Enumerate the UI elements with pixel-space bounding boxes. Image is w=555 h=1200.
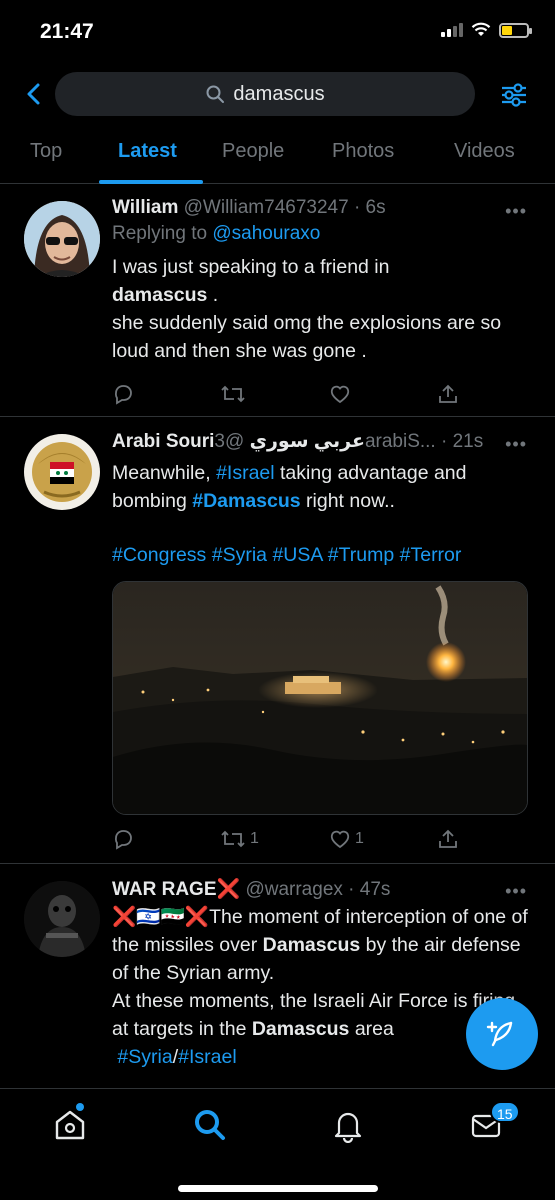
avatar[interactable]: [24, 201, 100, 277]
retweet-button[interactable]: 1: [220, 828, 259, 850]
author-name-emoji: ❌: [216, 879, 241, 900]
author-name[interactable]: WAR RAGE: [112, 879, 217, 900]
search-tabs: Top Latest People Photos Videos: [0, 130, 555, 184]
home-indicator: [178, 1185, 378, 1192]
home-icon[interactable]: [52, 1107, 88, 1143]
hashtag-link[interactable]: #Terror: [400, 544, 462, 566]
like-count: 1: [355, 830, 364, 847]
search-term-highlight: damascus: [112, 284, 208, 306]
search-term-highlight: Damascus: [251, 1018, 350, 1040]
tweet-text-part: area: [349, 1018, 394, 1040]
tweet-time: · 21s: [441, 431, 484, 452]
tweet[interactable]: William @William74673247 · 6s Replying t…: [0, 185, 555, 417]
tweet-text: Meanwhile, #Israel taking advantage and …: [112, 459, 531, 515]
search-icon[interactable]: [192, 1107, 228, 1143]
status-icons: [441, 22, 532, 38]
hashtag-link[interactable]: #Trump: [328, 544, 394, 566]
replying-to: Replying to @sahouraxo: [112, 223, 531, 245]
tweet-media-image[interactable]: [112, 581, 528, 815]
more-options-icon[interactable]: •••: [505, 434, 527, 455]
tweet-text-part: .: [207, 284, 219, 306]
more-options-icon[interactable]: •••: [505, 881, 527, 902]
cellular-signal-icon: [441, 23, 463, 37]
tweet-text-part: Meanwhile,: [112, 462, 217, 484]
hashtag-link[interactable]: #Damascus: [192, 490, 300, 512]
more-options-icon[interactable]: •••: [505, 201, 527, 222]
author-name[interactable]: Arabi Souri: [112, 431, 214, 452]
battery-icon: [499, 22, 532, 38]
tab-videos[interactable]: Videos: [454, 140, 515, 163]
reply-icon: [114, 385, 132, 405]
tweet-header: William @William74673247 · 6s: [112, 197, 531, 219]
tweet[interactable]: WAR RAGE❌ @warragex · 47s ❌🇮🇱🇸🇾❌The mome…: [0, 865, 555, 1105]
messages-badge: 15: [490, 1101, 520, 1123]
tab-photos[interactable]: Photos: [332, 140, 394, 163]
like-button[interactable]: 1: [329, 828, 364, 850]
status-bar: 21:47: [0, 0, 555, 62]
retweet-count: 1: [250, 830, 259, 847]
author-handle[interactable]: @warragex: [245, 879, 342, 900]
hashtag-link[interactable]: #Congress: [112, 544, 206, 566]
avatar[interactable]: [24, 881, 100, 957]
tweet-text-part: she suddenly said omg the explosions are…: [112, 312, 502, 362]
active-tab-indicator: [99, 180, 203, 184]
bottom-navigation: 15: [0, 1088, 555, 1200]
hashtag-link[interactable]: #Israel: [178, 1046, 237, 1068]
reply-button[interactable]: [112, 828, 134, 850]
search-header: damascus: [0, 70, 555, 120]
retweet-icon: [221, 385, 245, 403]
author-name[interactable]: William: [112, 197, 178, 218]
tweet-header: Arabi Souri عربي سوري @3arabiS... · 21s: [112, 430, 531, 453]
reply-button[interactable]: [112, 383, 134, 405]
author-handle[interactable]: @William74673247: [184, 197, 349, 218]
home-new-content-dot: [76, 1103, 84, 1111]
tweet-text-part: I was just speaking to a friend in: [112, 256, 390, 278]
reply-icon: [114, 830, 132, 850]
tab-latest[interactable]: Latest: [118, 140, 177, 163]
tweet-header: WAR RAGE❌ @warragex · 47s: [112, 877, 531, 901]
replying-to-handle[interactable]: @sahouraxo: [212, 223, 320, 244]
search-filter-icon[interactable]: [499, 80, 529, 110]
compose-tweet-button[interactable]: [466, 998, 538, 1070]
search-icon: [206, 85, 225, 103]
back-arrow-icon[interactable]: [20, 79, 50, 109]
search-input[interactable]: damascus: [55, 72, 475, 116]
emoji-prefix: ❌🇮🇱🇸🇾❌: [112, 906, 210, 928]
search-query: damascus: [233, 82, 325, 105]
heart-icon: [330, 385, 350, 404]
like-button[interactable]: [329, 383, 351, 405]
tweet[interactable]: Arabi Souri عربي سوري @3arabiS... · 21s M…: [0, 418, 555, 864]
retweet-icon: [221, 830, 245, 848]
tab-people[interactable]: People: [222, 140, 284, 163]
tweet-text: I was just speaking to a friend in damasc…: [112, 253, 531, 365]
tweet-actions: [112, 383, 462, 409]
tweet-time: · 47s: [348, 879, 391, 900]
hashtags-line: #Congress #Syria #USA #Trump #Terror: [112, 541, 531, 569]
hashtag-link[interactable]: #Syria: [117, 1046, 172, 1068]
tweet-actions: 1 1: [112, 828, 462, 854]
hashtag-link[interactable]: #Israel: [216, 462, 275, 484]
author-name-arabic[interactable]: عربي سوري: [250, 431, 365, 452]
heart-icon: [330, 830, 350, 849]
search-term-highlight: Damascus: [262, 934, 361, 956]
avatar[interactable]: [24, 434, 100, 510]
share-button[interactable]: [437, 828, 459, 850]
status-time: 21:47: [40, 20, 94, 43]
wifi-icon: [471, 22, 491, 36]
notifications-icon[interactable]: [330, 1107, 366, 1143]
compose-feather-icon: [486, 1021, 513, 1047]
hashtag-link[interactable]: #Syria: [212, 544, 267, 566]
tweet-time: · 6s: [353, 197, 386, 218]
hashtag-link[interactable]: #USA: [272, 544, 322, 566]
retweet-button[interactable]: [220, 383, 246, 405]
tweet-text-part: right now..: [300, 490, 395, 512]
replying-label: Replying to: [112, 223, 208, 244]
share-icon: [439, 829, 457, 848]
tab-top[interactable]: Top: [30, 140, 62, 163]
share-icon: [439, 384, 457, 403]
share-button[interactable]: [437, 383, 459, 405]
